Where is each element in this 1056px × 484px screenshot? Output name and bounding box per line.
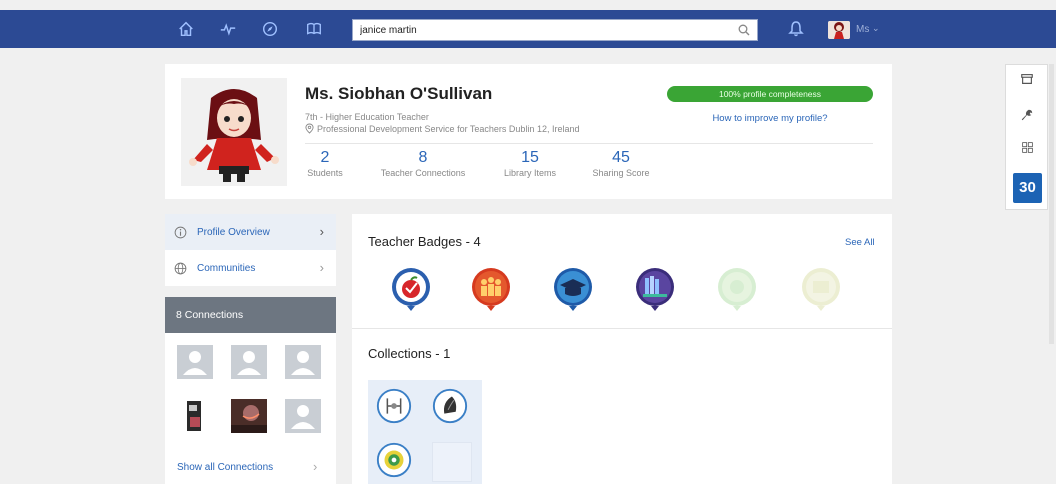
chevron-right-icon: › (319, 260, 324, 275)
user-name[interactable]: Ms (856, 24, 869, 35)
bell-icon[interactable] (786, 19, 806, 39)
profile-role: 7th - Higher Education Teacher (305, 112, 429, 122)
main-content-panel: Teacher Badges - 4 See All Collections -… (352, 214, 892, 484)
stat-label: Students (307, 168, 343, 178)
collection-grid[interactable] (368, 380, 482, 484)
stat-number: 45 (612, 149, 630, 166)
user-avatar[interactable] (828, 21, 850, 39)
stat-teacher-connections[interactable]: 8 Teacher Connections (375, 149, 471, 178)
connection-avatar-placeholder[interactable] (231, 345, 267, 379)
show-all-connections-link[interactable]: Show all Connections (177, 462, 273, 473)
profile-avatar (181, 78, 287, 186)
search-input[interactable] (353, 20, 723, 40)
connections-panel: Show all Connections › (165, 333, 336, 484)
chevron-right-icon: › (313, 459, 318, 474)
profile-completeness-bar: 100% profile completeness (667, 86, 873, 102)
book-icon[interactable] (304, 19, 324, 39)
profile-side-nav: Profile Overview › Communities › (165, 214, 336, 286)
graduation-badge-icon[interactable] (552, 266, 594, 312)
profile-name: Ms. Siobhan O'Sullivan (305, 84, 493, 103)
sidebar-item-label: Profile Overview (197, 226, 270, 238)
chevron-right-icon: › (319, 224, 324, 239)
section-divider (352, 328, 892, 329)
home-icon[interactable] (176, 19, 196, 39)
apple-badge-icon[interactable] (390, 266, 432, 312)
page-scrollbar[interactable] (1049, 64, 1054, 344)
stat-number: 15 (521, 149, 539, 166)
quick-tools-panel: 30 (1005, 64, 1048, 210)
chevron-down-icon[interactable]: ⌄ (872, 23, 880, 34)
activity-icon[interactable] (218, 19, 238, 39)
profile-divider (305, 143, 873, 144)
stat-label: Sharing Score (592, 168, 650, 178)
collection-empty-slot[interactable] (432, 442, 472, 482)
stat-number: 2 (320, 149, 330, 166)
connections-header: 8 Connections (165, 297, 336, 333)
stat-label: Teacher Connections (380, 168, 466, 178)
stat-label: Library Items (503, 168, 556, 178)
search-box (352, 19, 758, 41)
sidebar-item-profile-overview[interactable]: Profile Overview › (165, 214, 336, 250)
connection-avatar-placeholder[interactable] (285, 345, 321, 379)
locked-badge-icon[interactable] (716, 266, 758, 312)
collections-title: Collections - 1 (368, 346, 451, 361)
stat-students[interactable]: 2 Students (305, 149, 345, 178)
connection-avatar-placeholder[interactable] (285, 399, 321, 433)
community-badge-icon[interactable] (470, 266, 512, 312)
sidebar-item-communities[interactable]: Communities › (165, 250, 336, 286)
location-pin-icon (305, 123, 314, 134)
collection-item[interactable] (374, 440, 414, 480)
top-nav-bar: Ms ⌄ (0, 10, 1056, 48)
collection-item[interactable] (374, 386, 414, 426)
archive-icon[interactable] (1017, 69, 1037, 89)
globe-icon (174, 262, 187, 274)
search-icon[interactable] (737, 23, 751, 37)
locked-badge-icon[interactable] (800, 266, 842, 312)
connection-avatar-placeholder[interactable] (177, 345, 213, 379)
connection-avatar-photo[interactable] (231, 399, 267, 433)
stat-sharing-score[interactable]: 45 Sharing Score (588, 149, 654, 178)
apps-grid-icon[interactable] (1017, 137, 1037, 157)
calendar-day: 30 (1019, 179, 1036, 196)
profile-org-text: Professional Development Service for Tea… (317, 123, 580, 134)
stat-library-items[interactable]: 15 Library Items (497, 149, 563, 178)
profile-organization: Professional Development Service for Tea… (305, 123, 579, 134)
info-icon (174, 226, 187, 238)
connection-avatar-photo[interactable] (177, 399, 213, 433)
improve-profile-link[interactable]: How to improve my profile? (667, 113, 873, 124)
stat-number: 8 (418, 149, 428, 166)
calendar-icon[interactable]: 30 (1013, 173, 1042, 203)
teacher-badges-title: Teacher Badges - 4 (368, 234, 481, 249)
collection-item[interactable] (430, 386, 470, 426)
sidebar-item-label: Communities (197, 262, 256, 274)
wrench-icon[interactable] (1017, 105, 1037, 125)
compass-icon[interactable] (260, 19, 280, 39)
see-all-badges-link[interactable]: See All (845, 237, 875, 248)
profile-card: Ms. Siobhan O'Sullivan 7th - Higher Educ… (165, 64, 892, 199)
library-badge-icon[interactable] (634, 266, 676, 312)
